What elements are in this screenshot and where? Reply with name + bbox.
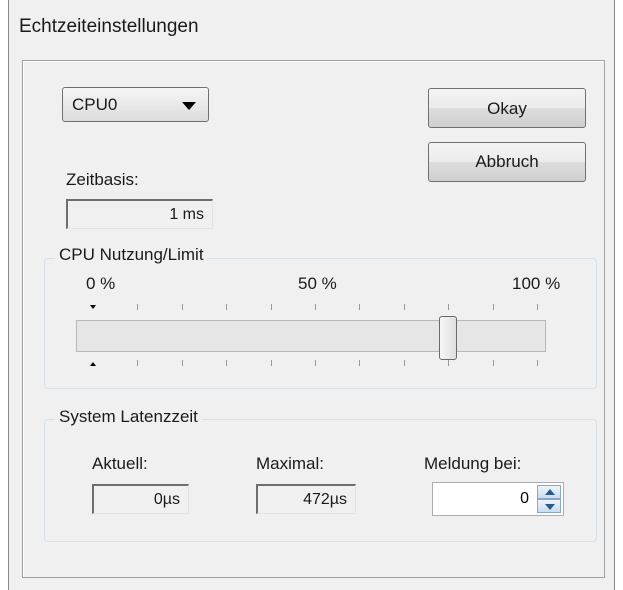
zeitbasis-label: Zeitbasis: bbox=[66, 170, 139, 189]
slider-tick bbox=[537, 304, 538, 310]
arrow-down-icon bbox=[545, 504, 555, 510]
cpu-limit-slider-track[interactable] bbox=[76, 320, 546, 352]
slider-tick bbox=[492, 360, 494, 366]
window-title: Echtzeiteinstellungen bbox=[19, 16, 199, 37]
maximal-label: Maximal: bbox=[256, 454, 325, 473]
slider-start-marker-bottom bbox=[90, 362, 96, 366]
slider-tick bbox=[270, 304, 272, 310]
latency-group-label: System Latenzzeit bbox=[55, 407, 202, 427]
okay-button[interactable]: Okay bbox=[428, 88, 586, 128]
aktuell-label: Aktuell: bbox=[92, 454, 148, 473]
chevron-down-icon bbox=[182, 102, 196, 110]
slider-start-marker-top bbox=[90, 305, 96, 309]
spin-up-button[interactable] bbox=[537, 485, 561, 499]
slider-tick bbox=[359, 304, 361, 310]
meldung-label: Meldung bei: bbox=[424, 454, 522, 473]
slider-tick bbox=[403, 360, 405, 366]
slider-tick bbox=[403, 304, 405, 310]
scale-label-0: 0 % bbox=[86, 274, 116, 293]
cpu-select[interactable]: CPU0 bbox=[62, 87, 209, 122]
slider-tick bbox=[537, 360, 538, 366]
cpu-limit-slider-thumb[interactable] bbox=[439, 316, 458, 360]
arrow-up-icon bbox=[545, 489, 555, 495]
maximal-value: 472µs bbox=[256, 484, 356, 514]
aktuell-value: 0µs bbox=[92, 484, 189, 514]
slider-tick bbox=[270, 360, 272, 366]
slider-tick bbox=[226, 360, 228, 366]
slider-tick bbox=[181, 360, 183, 366]
slider-tick bbox=[448, 360, 450, 366]
zeitbasis-value: 1 ms bbox=[66, 199, 213, 229]
latency-group bbox=[44, 419, 597, 542]
spin-down-button[interactable] bbox=[537, 499, 561, 513]
slider-tick bbox=[492, 304, 494, 310]
slider-tick bbox=[448, 304, 450, 310]
cpu-select-value: CPU0 bbox=[72, 95, 118, 114]
slider-tick bbox=[137, 304, 139, 310]
slider-tick bbox=[137, 360, 139, 366]
meldung-spinner[interactable] bbox=[432, 482, 564, 516]
meldung-input[interactable] bbox=[433, 483, 533, 515]
slider-tick bbox=[315, 360, 316, 366]
scale-label-100: 100 % bbox=[512, 274, 561, 293]
slider-tick bbox=[226, 304, 228, 310]
slider-tick bbox=[181, 304, 183, 310]
cpu-usage-group-label: CPU Nutzung/Limit bbox=[55, 245, 208, 265]
abbruch-button[interactable]: Abbruch bbox=[428, 142, 586, 182]
slider-tick bbox=[359, 360, 361, 366]
scale-label-50: 50 % bbox=[298, 274, 337, 293]
spinner-buttons bbox=[537, 485, 561, 513]
slider-tick bbox=[315, 304, 316, 310]
